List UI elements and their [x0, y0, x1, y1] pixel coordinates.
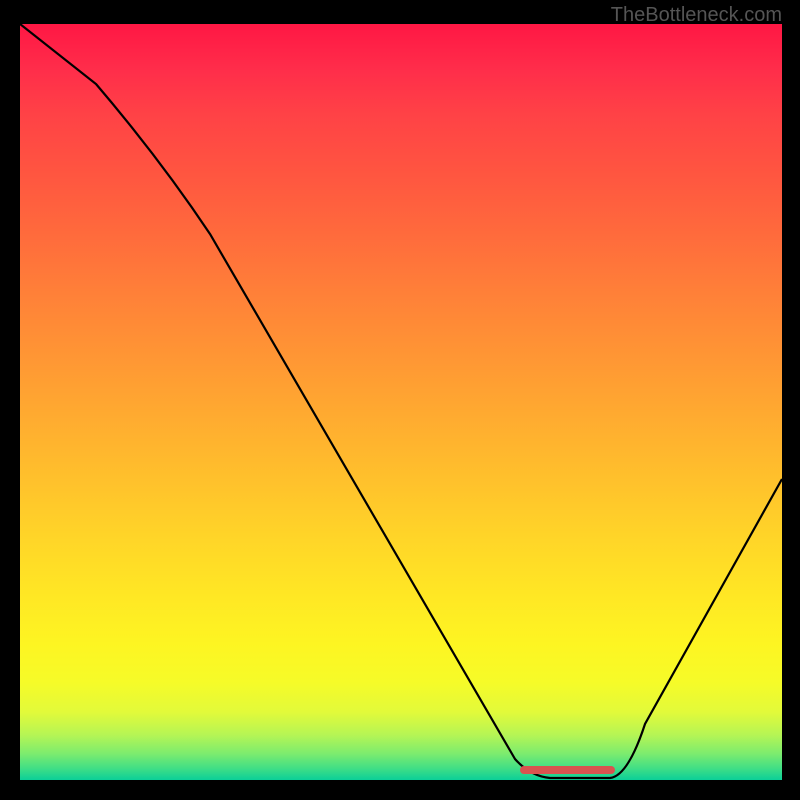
plot-area [20, 24, 782, 780]
curve-layer [20, 24, 782, 780]
minimum-marker [520, 766, 615, 774]
watermark-text: TheBottleneck.com [611, 4, 782, 27]
bottleneck-curve [20, 24, 782, 778]
